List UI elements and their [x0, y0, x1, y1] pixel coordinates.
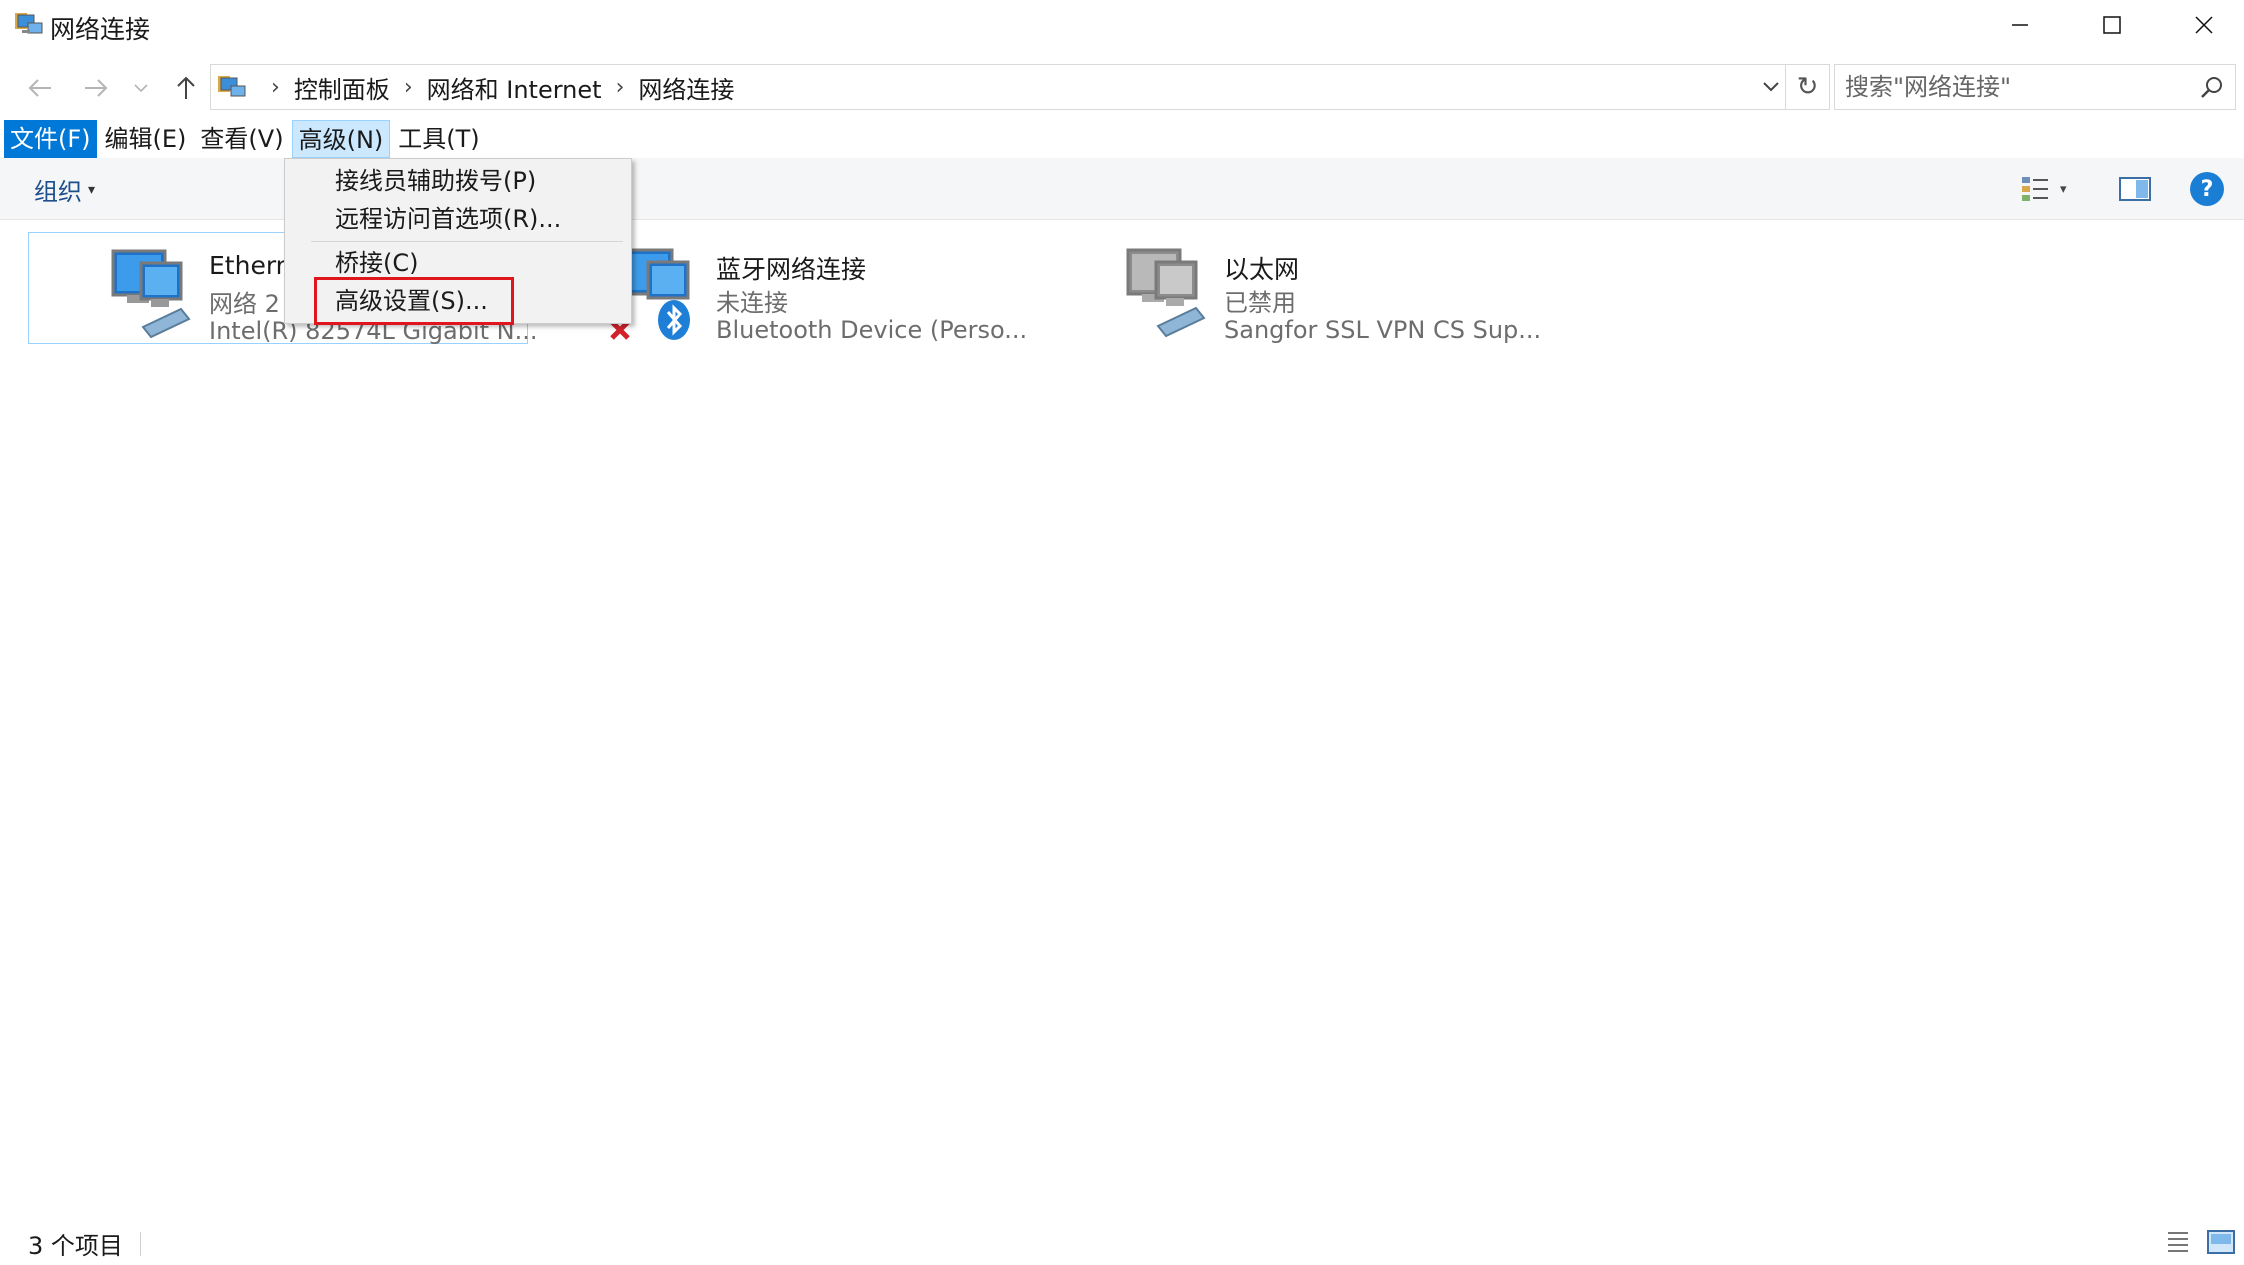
- close-button[interactable]: [2158, 0, 2244, 50]
- connection-device: Sangfor SSL VPN CS Sup...: [1224, 316, 1542, 344]
- window-title: 网络连接: [50, 15, 151, 44]
- menu-item-bridge[interactable]: 桥接(C): [335, 245, 418, 281]
- menu-bar: 文件(F) 编辑(E) 查看(V) 高级(N) 工具(T): [0, 120, 2244, 158]
- menu-item-operator-assisted-dialing[interactable]: 接线员辅助拨号(P): [335, 163, 536, 199]
- minimize-button[interactable]: [1974, 0, 2066, 50]
- organize-button[interactable]: 组织 ▾: [34, 172, 95, 207]
- caret-down-icon: ▾: [88, 181, 96, 198]
- connection-status: 未连接: [716, 289, 788, 317]
- breadcrumb-network-connections[interactable]: 网络连接: [638, 70, 734, 105]
- large-icons-view-icon[interactable]: [2206, 1228, 2236, 1256]
- up-button[interactable]: [164, 66, 208, 110]
- chevron-right-icon[interactable]: ›: [271, 75, 280, 100]
- menu-view[interactable]: 查看(V): [194, 120, 289, 158]
- close-icon: [2195, 16, 2213, 34]
- forward-arrow-icon: [85, 79, 108, 97]
- caret-down-icon: ▾: [2060, 181, 2067, 197]
- change-view-button[interactable]: ▾: [2020, 172, 2080, 206]
- chevron-down-icon: [1763, 82, 1779, 92]
- maximize-button[interactable]: [2066, 0, 2158, 50]
- breadcrumb-control-panel[interactable]: 控制面板: [294, 70, 390, 105]
- help-button[interactable]: ?: [2190, 172, 2224, 206]
- navigation-bar: › 控制面板 › 网络和 Internet › 网络连接 ↻: [0, 62, 2244, 114]
- menu-advanced[interactable]: 高级(N): [291, 120, 391, 158]
- network-adapter-icon: [111, 249, 191, 339]
- up-arrow-icon: [177, 76, 195, 99]
- recent-locations-button[interactable]: [126, 66, 156, 110]
- search-icon[interactable]: [2199, 75, 2225, 101]
- minimize-icon: [2012, 24, 2028, 26]
- menu-tools[interactable]: 工具(T): [392, 120, 485, 158]
- search-box[interactable]: [1834, 64, 2236, 110]
- chevron-down-icon: [134, 84, 148, 93]
- refresh-icon: ↻: [1796, 72, 1819, 102]
- title-bar: 网络连接: [0, 0, 2244, 50]
- disabled-network-adapter-icon: [1126, 248, 1206, 338]
- network-connections-icon: [15, 13, 43, 34]
- refresh-button[interactable]: ↻: [1786, 64, 1830, 110]
- view-options-icon: [2022, 177, 2048, 201]
- organize-label: 组织: [34, 178, 82, 206]
- connection-status: 已禁用: [1224, 289, 1296, 317]
- search-input[interactable]: [1845, 71, 2185, 103]
- breadcrumb: › 控制面板 › 网络和 Internet › 网络连接: [257, 65, 734, 109]
- highlight-annotation: [314, 277, 514, 325]
- item-count: 3 个项目: [28, 1232, 123, 1260]
- connection-name: 以太网: [1224, 255, 1300, 284]
- network-connections-icon: [218, 76, 246, 97]
- address-history-button[interactable]: [1755, 65, 1787, 109]
- connection-status: 网络 2: [209, 290, 280, 318]
- chevron-right-icon[interactable]: ›: [404, 75, 413, 100]
- back-arrow-icon: [28, 79, 51, 97]
- forward-button[interactable]: [74, 66, 118, 110]
- chevron-right-icon[interactable]: ›: [616, 75, 625, 100]
- back-button[interactable]: [18, 66, 62, 110]
- menu-file[interactable]: 文件(F): [4, 120, 97, 158]
- menu-edit[interactable]: 编辑(E): [99, 120, 193, 158]
- menu-item-remote-access-preferences[interactable]: 远程访问首选项(R)...: [335, 201, 561, 237]
- breadcrumb-network-internet[interactable]: 网络和 Internet: [427, 70, 602, 105]
- connection-name: 蓝牙网络连接: [716, 255, 867, 284]
- details-view-icon[interactable]: [2164, 1228, 2192, 1256]
- connections-list: Ethern 网络 2 Intel(R) 82574L Gigabit N...…: [0, 220, 2244, 1220]
- connection-name: Ethern: [209, 251, 292, 280]
- status-bar: 3 个项目: [0, 1222, 2244, 1265]
- connection-device: Bluetooth Device (Perso...: [716, 316, 1028, 344]
- preview-pane-icon[interactable]: [2118, 174, 2152, 204]
- connection-item[interactable]: 以太网 已禁用 Sangfor SSL VPN CS Sup...: [1044, 232, 1544, 344]
- status-divider: [140, 1232, 141, 1256]
- address-bar[interactable]: › 控制面板 › 网络和 Internet › 网络连接: [210, 64, 1786, 110]
- maximize-icon: [2103, 16, 2121, 34]
- menu-separator: [311, 241, 623, 242]
